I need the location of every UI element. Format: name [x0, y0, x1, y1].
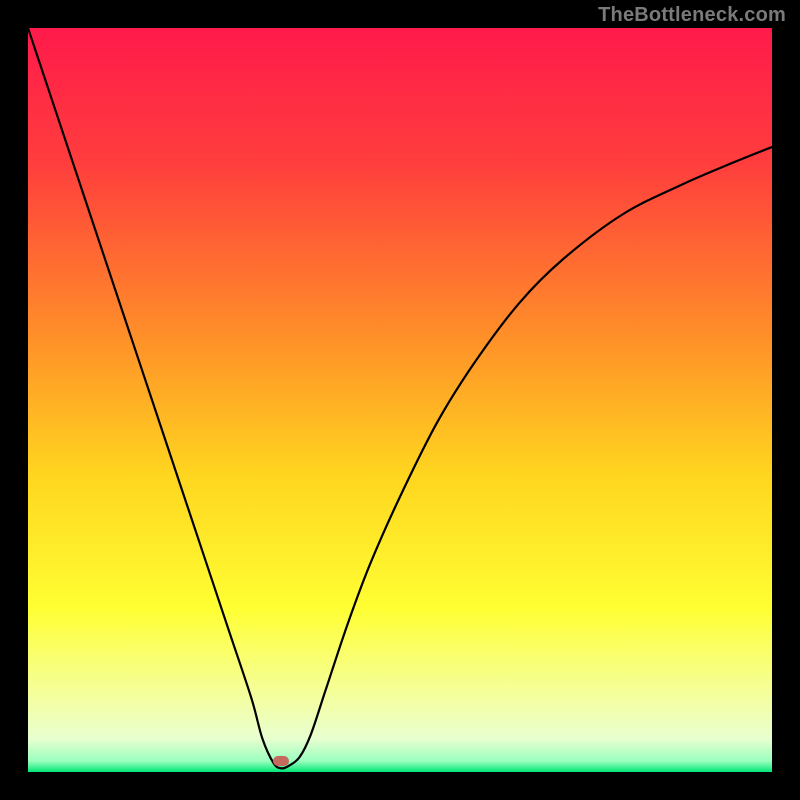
chart-frame: TheBottleneck.com	[0, 0, 800, 800]
heat-gradient-background	[28, 28, 772, 772]
watermark-text: TheBottleneck.com	[598, 4, 786, 27]
optimal-point-marker	[273, 756, 289, 766]
plot-area	[28, 28, 772, 772]
